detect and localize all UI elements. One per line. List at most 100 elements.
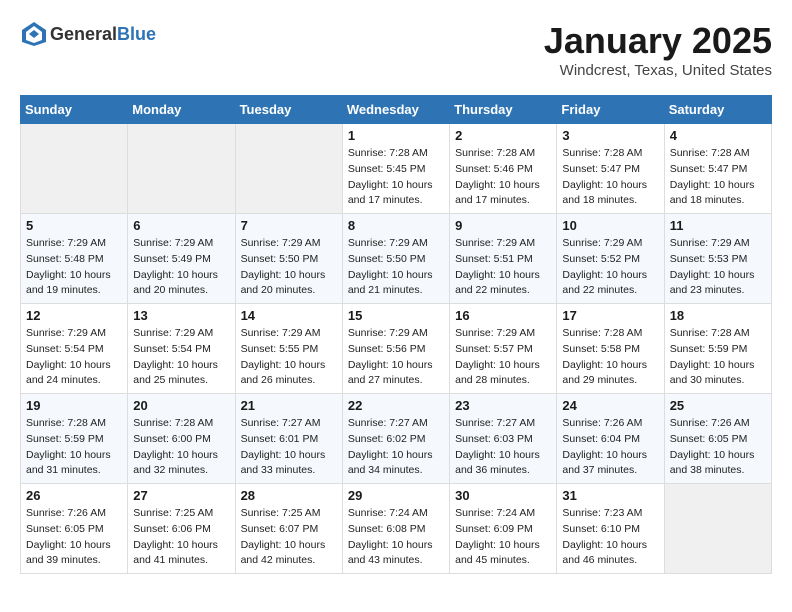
calendar-cell: 3 Sunrise: 7:28 AM Sunset: 5:47 PM Daylig… [557,124,664,214]
calendar-cell: 11 Sunrise: 7:29 AM Sunset: 5:53 PM Dayli… [664,214,771,304]
day-info: Sunrise: 7:28 AM Sunset: 5:45 PM Dayligh… [348,146,444,209]
day-info: Sunrise: 7:29 AM Sunset: 5:56 PM Dayligh… [348,326,444,389]
day-info: Sunrise: 7:29 AM Sunset: 5:52 PM Dayligh… [562,236,658,299]
weekday-header-monday: Monday [128,96,235,124]
day-info: Sunrise: 7:27 AM Sunset: 6:01 PM Dayligh… [241,416,337,479]
day-number: 9 [455,218,551,233]
day-info: Sunrise: 7:29 AM Sunset: 5:50 PM Dayligh… [241,236,337,299]
day-number: 17 [562,308,658,323]
day-number: 18 [670,308,766,323]
day-number: 28 [241,488,337,503]
logo-icon [20,20,48,48]
calendar-cell: 27 Sunrise: 7:25 AM Sunset: 6:06 PM Dayli… [128,484,235,574]
calendar-cell: 4Sunrise: 7:28 AM Sunset: 5:47 PM Daylig… [664,124,771,214]
day-number: 2 [455,128,551,143]
calendar-cell: 7 Sunrise: 7:29 AM Sunset: 5:50 PM Daylig… [235,214,342,304]
calendar-cell: 14Sunrise: 7:29 AM Sunset: 5:55 PM Dayli… [235,304,342,394]
day-number: 15 [348,308,444,323]
day-number: 6 [133,218,229,233]
day-number: 11 [670,218,766,233]
calendar-cell: 19Sunrise: 7:28 AM Sunset: 5:59 PM Dayli… [21,394,128,484]
calendar-cell: 29 Sunrise: 7:24 AM Sunset: 6:08 PM Dayli… [342,484,449,574]
calendar-cell [235,124,342,214]
day-info: Sunrise: 7:28 AM Sunset: 5:46 PM Dayligh… [455,146,551,209]
calendar-cell: 13 Sunrise: 7:29 AM Sunset: 5:54 PM Dayli… [128,304,235,394]
day-number: 5 [26,218,122,233]
day-number: 4 [670,128,766,143]
calendar-cell: 15 Sunrise: 7:29 AM Sunset: 5:56 PM Dayli… [342,304,449,394]
calendar-cell: 18 Sunrise: 7:28 AM Sunset: 5:59 PM Dayli… [664,304,771,394]
calendar-cell: 20Sunrise: 7:28 AM Sunset: 6:00 PM Dayli… [128,394,235,484]
day-number: 25 [670,398,766,413]
calendar-cell: 2 Sunrise: 7:28 AM Sunset: 5:46 PM Daylig… [450,124,557,214]
title-block: January 2025 Windcrest, Texas, United St… [544,20,772,79]
day-info: Sunrise: 7:27 AM Sunset: 6:02 PM Dayligh… [348,416,444,479]
calendar: SundayMondayTuesdayWednesdayThursdayFrid… [20,95,772,574]
day-number: 30 [455,488,551,503]
day-number: 23 [455,398,551,413]
calendar-cell: 6 Sunrise: 7:29 AM Sunset: 5:49 PM Daylig… [128,214,235,304]
day-number: 1 [348,128,444,143]
day-number: 10 [562,218,658,233]
calendar-cell: 5 Sunrise: 7:29 AM Sunset: 5:48 PM Daylig… [21,214,128,304]
day-info: Sunrise: 7:29 AM Sunset: 5:53 PM Dayligh… [670,236,766,299]
calendar-cell: 16 Sunrise: 7:29 AM Sunset: 5:57 PM Dayli… [450,304,557,394]
day-number: 3 [562,128,658,143]
day-info: Sunrise: 7:26 AM Sunset: 6:04 PM Dayligh… [562,416,658,479]
calendar-cell: 12Sunrise: 7:29 AM Sunset: 5:54 PM Dayli… [21,304,128,394]
calendar-cell: 9Sunrise: 7:29 AM Sunset: 5:51 PM Daylig… [450,214,557,304]
calendar-cell: 17 Sunrise: 7:28 AM Sunset: 5:58 PM Dayli… [557,304,664,394]
weekday-header-saturday: Saturday [664,96,771,124]
day-number: 20 [133,398,229,413]
logo-blue: Blue [117,24,156,44]
month-title: January 2025 [544,20,772,62]
day-info: Sunrise: 7:29 AM Sunset: 5:49 PM Dayligh… [133,236,229,299]
day-info: Sunrise: 7:29 AM Sunset: 5:50 PM Dayligh… [348,236,444,299]
weekday-header-thursday: Thursday [450,96,557,124]
day-info: Sunrise: 7:29 AM Sunset: 5:48 PM Dayligh… [26,236,122,299]
calendar-cell: 31Sunrise: 7:23 AM Sunset: 6:10 PM Dayli… [557,484,664,574]
calendar-cell: 8 Sunrise: 7:29 AM Sunset: 5:50 PM Daylig… [342,214,449,304]
day-number: 27 [133,488,229,503]
page-header: GeneralBlue January 2025 Windcrest, Texa… [20,20,772,79]
calendar-cell: 24 Sunrise: 7:26 AM Sunset: 6:04 PM Dayli… [557,394,664,484]
day-info: Sunrise: 7:26 AM Sunset: 6:05 PM Dayligh… [670,416,766,479]
calendar-cell: 30Sunrise: 7:24 AM Sunset: 6:09 PM Dayli… [450,484,557,574]
day-number: 7 [241,218,337,233]
day-number: 31 [562,488,658,503]
day-number: 13 [133,308,229,323]
day-info: Sunrise: 7:29 AM Sunset: 5:57 PM Dayligh… [455,326,551,389]
weekday-header-friday: Friday [557,96,664,124]
calendar-cell: 1 Sunrise: 7:28 AM Sunset: 5:45 PM Daylig… [342,124,449,214]
day-info: Sunrise: 7:26 AM Sunset: 6:05 PM Dayligh… [26,506,122,569]
day-number: 29 [348,488,444,503]
day-info: Sunrise: 7:24 AM Sunset: 6:08 PM Dayligh… [348,506,444,569]
weekday-header-tuesday: Tuesday [235,96,342,124]
day-info: Sunrise: 7:29 AM Sunset: 5:54 PM Dayligh… [26,326,122,389]
calendar-cell: 10 Sunrise: 7:29 AM Sunset: 5:52 PM Dayli… [557,214,664,304]
calendar-cell: 21Sunrise: 7:27 AM Sunset: 6:01 PM Dayli… [235,394,342,484]
day-number: 16 [455,308,551,323]
day-info: Sunrise: 7:28 AM Sunset: 5:59 PM Dayligh… [670,326,766,389]
weekday-header-sunday: Sunday [21,96,128,124]
logo: GeneralBlue [20,20,156,48]
day-info: Sunrise: 7:28 AM Sunset: 5:47 PM Dayligh… [562,146,658,209]
day-info: Sunrise: 7:28 AM Sunset: 5:58 PM Dayligh… [562,326,658,389]
day-info: Sunrise: 7:25 AM Sunset: 6:06 PM Dayligh… [133,506,229,569]
logo-general: General [50,24,117,44]
day-info: Sunrise: 7:25 AM Sunset: 6:07 PM Dayligh… [241,506,337,569]
calendar-cell: 28 Sunrise: 7:25 AM Sunset: 6:07 PM Dayli… [235,484,342,574]
day-number: 24 [562,398,658,413]
weekday-header-wednesday: Wednesday [342,96,449,124]
day-number: 14 [241,308,337,323]
day-number: 26 [26,488,122,503]
day-info: Sunrise: 7:27 AM Sunset: 6:03 PM Dayligh… [455,416,551,479]
calendar-cell: 22 Sunrise: 7:27 AM Sunset: 6:02 PM Dayli… [342,394,449,484]
day-info: Sunrise: 7:29 AM Sunset: 5:54 PM Dayligh… [133,326,229,389]
location: Windcrest, Texas, United States [544,62,772,79]
calendar-cell [21,124,128,214]
day-number: 22 [348,398,444,413]
calendar-cell: 26 Sunrise: 7:26 AM Sunset: 6:05 PM Dayli… [21,484,128,574]
day-number: 8 [348,218,444,233]
calendar-cell [128,124,235,214]
